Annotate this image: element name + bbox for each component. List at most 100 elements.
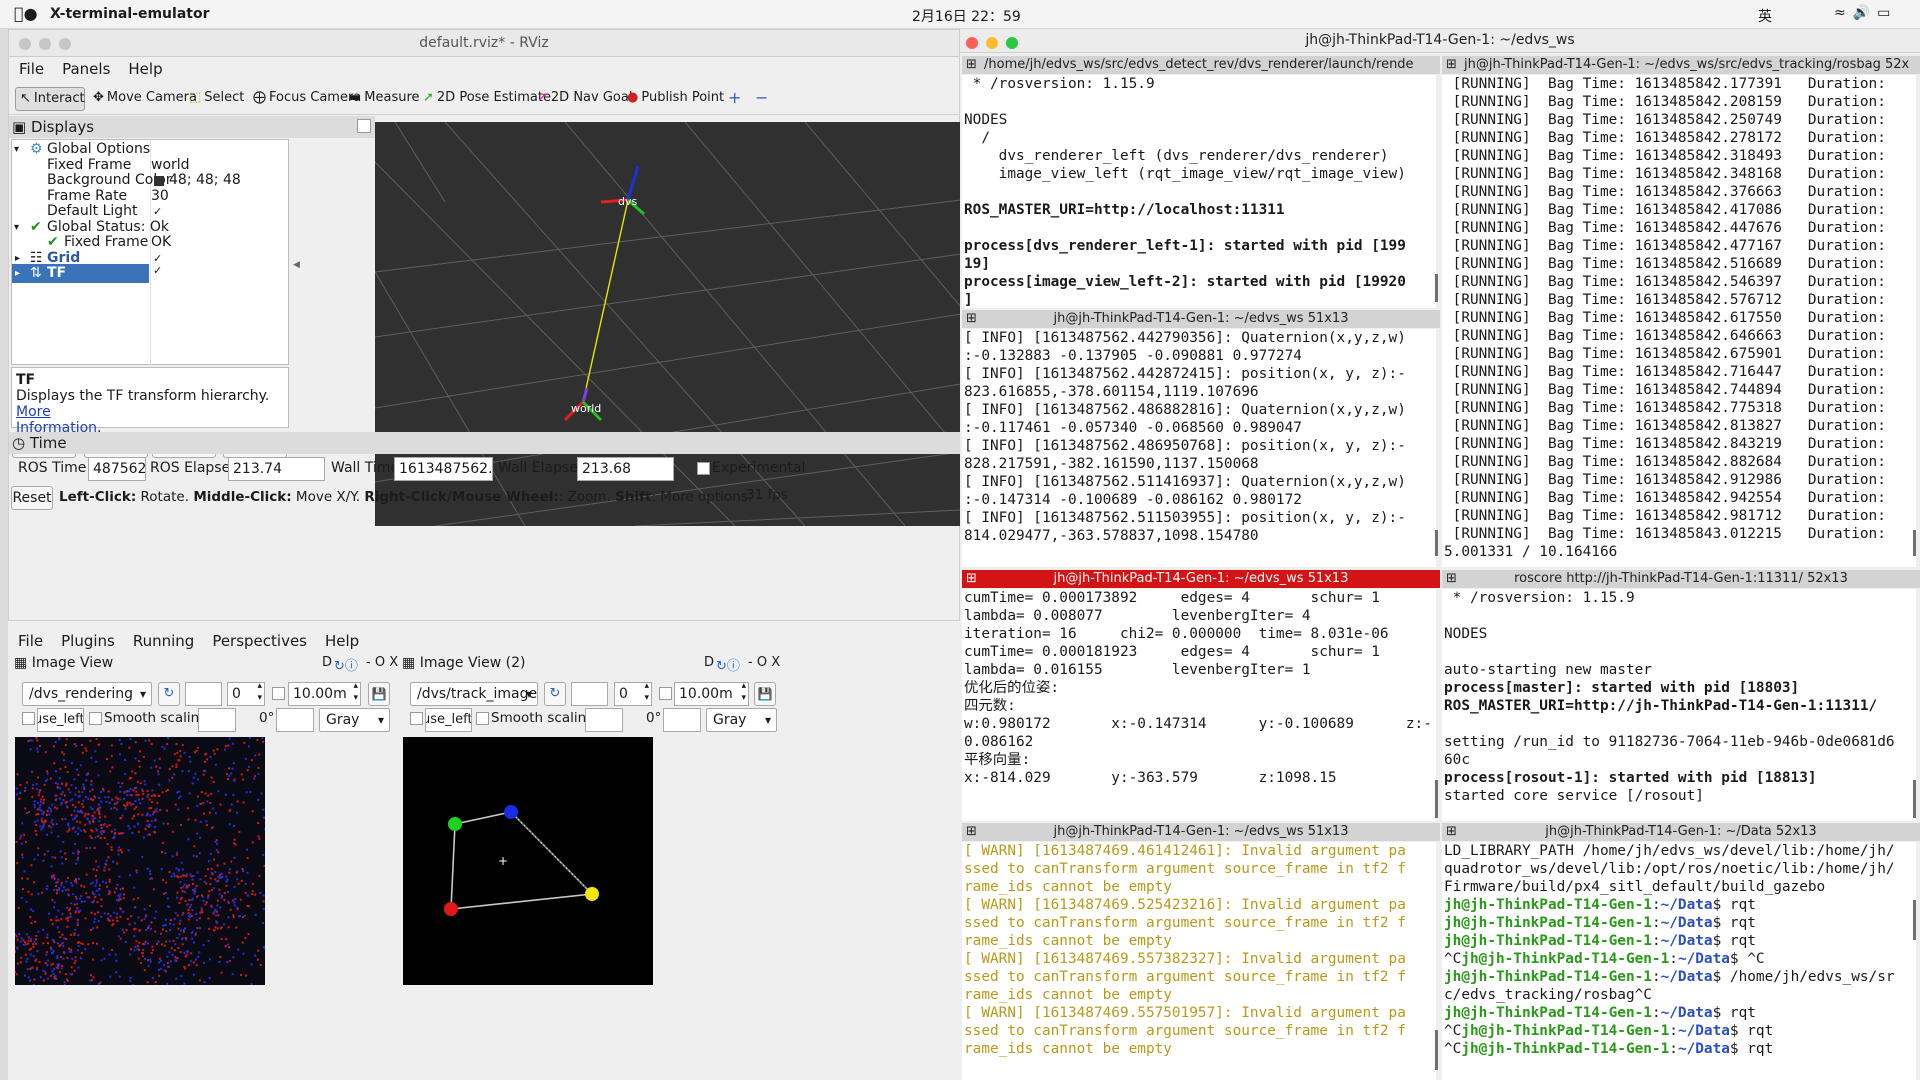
image-view-2-options[interactable]: D — [704, 655, 714, 670]
use-left-field-1[interactable]: use_left — [37, 708, 84, 732]
menu-help[interactable]: Help — [128, 60, 162, 78]
rqt-menu-file[interactable]: File — [18, 632, 43, 650]
tf-checkbox[interactable]: ✓ — [153, 264, 162, 277]
image-view-2-window-controls[interactable]: - O X — [748, 655, 780, 670]
terminal-titlebar[interactable]: jh@jh-ThinkPad-T14-Gen-1: ~/edvs_ws — [960, 29, 1920, 53]
minimize-window-button[interactable] — [986, 37, 998, 49]
pane-warnings[interactable]: [ WARN] [1613487469.461412461]: Invalid … — [962, 842, 1436, 1080]
image-view-1-options[interactable]: D — [322, 655, 332, 670]
rqt-menu-plugins[interactable]: Plugins — [61, 632, 115, 650]
battery-icon[interactable]: ▭ — [1877, 5, 1897, 21]
pane-header-pose-info[interactable]: ⊞ jh@jh-ThinkPad-T14-Gen-1: ~/edvs_ws 51x… — [962, 310, 1440, 328]
rqt-menu-help[interactable]: Help — [325, 632, 359, 650]
pane-roscore-scrollbar[interactable] — [1913, 780, 1916, 818]
num-spin-2[interactable]: 0 — [614, 680, 652, 706]
tool-interact[interactable]: ↖ Interact — [15, 87, 85, 111]
minimize-window-button[interactable] — [39, 38, 51, 50]
blank-field-1[interactable] — [185, 682, 222, 706]
pane-pose-info[interactable]: [ INFO] [1613487562.442790356]: Quaterni… — [962, 329, 1436, 567]
pane-header-data[interactable]: ⊞ jh@jh-ThinkPad-T14-Gen-1: ~/Data 52x13 — [1442, 823, 1920, 841]
close-window-button[interactable] — [966, 37, 978, 49]
tool-select[interactable]: ⬚ Select — [185, 87, 248, 111]
blank-field-1b[interactable] — [198, 708, 236, 732]
wall-time-field[interactable]: 1613487562.75 — [394, 457, 493, 481]
pane-header-warnings[interactable]: ⊞ jh@jh-ThinkPad-T14-Gen-1: ~/edvs_ws 51x… — [962, 823, 1440, 841]
use-left-checkbox-1[interactable] — [22, 712, 35, 725]
tool-measure[interactable]: ▬ Measure — [345, 87, 424, 111]
ros-time-field[interactable]: 487562.72 — [88, 457, 146, 481]
maximize-window-button[interactable] — [1006, 37, 1018, 49]
pane-data-scrollbar[interactable] — [1913, 900, 1916, 940]
color-swatch[interactable] — [154, 176, 164, 186]
refresh-topics-icon[interactable]: ↻ — [544, 682, 566, 706]
chevron-right-icon[interactable]: ▸ — [15, 264, 20, 283]
undock-panel-button[interactable] — [357, 119, 371, 133]
refresh-topics-icon[interactable]: ↻ — [158, 682, 180, 706]
refresh-icon[interactable]: ↻ⓘ — [334, 655, 358, 674]
clock[interactable]: 2月16日 22：59 — [912, 6, 1021, 26]
remove-tool-icon[interactable]: − — [751, 87, 772, 111]
tree-row-tf[interactable]: ▸ ⇅ TF — [12, 264, 149, 283]
pane-optimizer-scrollbar[interactable] — [1435, 780, 1438, 818]
volume-icon[interactable]: 🔊 — [1853, 5, 1877, 21]
pane-roscore[interactable]: * /rosversion: 1.15.9 NODES auto-starting … — [1442, 589, 1916, 821]
collapse-panel-icon[interactable]: ◀ — [293, 260, 300, 270]
save-image-icon[interactable]: 💾 — [368, 682, 390, 706]
pane-launch-scrollbar[interactable] — [1435, 274, 1438, 302]
event-pixel — [39, 789, 42, 791]
add-tool-icon[interactable]: + — [724, 87, 745, 111]
input-method-indicator[interactable]: 英 — [1758, 6, 1772, 26]
pane-rosbag-scrollbar[interactable] — [1913, 530, 1916, 556]
rviz-titlebar[interactable]: default.rviz* - RViz — [9, 30, 959, 57]
use-left-field-2[interactable]: use_left — [425, 708, 472, 732]
tool-publish-point[interactable]: ● Publish Point — [623, 87, 728, 111]
pane-header-rosbag[interactable]: ⊞ jh@jh-ThinkPad-T14-Gen-1: ~/edvs_ws/src… — [1442, 56, 1920, 74]
save-image-icon[interactable]: 💾 — [754, 682, 776, 706]
blank-field-2c[interactable] — [663, 708, 701, 732]
close-window-button[interactable] — [19, 38, 31, 50]
pane-header-optimizer[interactable]: ⊞ jh@jh-ThinkPad-T14-Gen-1: ~/edvs_ws 51x… — [962, 570, 1440, 588]
image-view-1-window-controls[interactable]: - O X — [366, 655, 398, 670]
menu-file[interactable]: File — [19, 60, 44, 78]
pane-rosbag[interactable]: [RUNNING] Bag Time: 1613485842.177391 Du… — [1442, 75, 1916, 567]
reset-button[interactable]: Reset — [11, 486, 53, 510]
pane-pose-info-scrollbar[interactable] — [1435, 530, 1438, 556]
ros-elapsed-field[interactable]: 213.74 — [228, 457, 325, 481]
maximize-window-button[interactable] — [59, 38, 71, 50]
tool-2d-nav-goal[interactable]: ➚ 2D Nav Goal — [533, 87, 636, 111]
wifi-icon[interactable]: ≈ — [1834, 5, 1853, 21]
zoom-checkbox-2[interactable] — [659, 687, 672, 700]
event-pixel — [180, 886, 183, 889]
num-spin-1[interactable]: 0 — [227, 680, 265, 706]
system-tray[interactable]: ≈🔊▭ — [1834, 5, 1897, 21]
experimental-checkbox[interactable] — [697, 462, 710, 475]
pane-header-roscore[interactable]: ⊞ roscore http://jh-ThinkPad-T14-Gen-1:11… — [1442, 570, 1920, 588]
pane-header-launch[interactable]: ⊞/home/jh/edvs_ws/src/edvs_detect_rev/dv… — [962, 56, 1440, 74]
topic-select-2[interactable]: /dvs/track_image — [410, 682, 538, 706]
smooth-scaling-checkbox-2[interactable] — [476, 712, 489, 725]
pane-warnings-scrollbar[interactable] — [1435, 1030, 1438, 1070]
zoom-checkbox-1[interactable] — [272, 687, 285, 700]
use-left-checkbox-2[interactable] — [410, 712, 423, 725]
event-pixel — [166, 822, 169, 825]
topic-select-1[interactable]: /dvs_rendering — [22, 682, 152, 706]
blank-field-2[interactable] — [571, 682, 608, 706]
apple-icon[interactable]: ● — [14, 4, 38, 23]
rqt-menu-running[interactable]: Running — [133, 632, 194, 650]
pane-launch[interactable]: * /rosversion: 1.15.9 NODES / dvs_rendere… — [962, 75, 1436, 308]
zoom-spin-2[interactable]: 10.00m — [674, 680, 749, 706]
more-link[interactable]: More — [16, 404, 51, 420]
rqt-menu-perspectives[interactable]: Perspectives — [212, 632, 307, 650]
menu-panels[interactable]: Panels — [62, 60, 110, 78]
wall-elapsed-field[interactable]: 213.68 — [577, 457, 674, 481]
color-select-1[interactable]: Gray — [319, 708, 390, 732]
pane-optimizer[interactable]: cumTime= 0.000173892 edges= 4 schur= 1 la… — [962, 589, 1436, 821]
active-app-name[interactable]: X-terminal-emulator — [50, 6, 209, 22]
smooth-scaling-checkbox-1[interactable] — [89, 712, 102, 725]
color-select-2[interactable]: Gray — [706, 708, 777, 732]
zoom-spin-1[interactable]: 10.00m — [288, 680, 361, 706]
refresh-icon[interactable]: ↻ⓘ — [716, 655, 740, 674]
blank-field-1c[interactable] — [276, 708, 314, 732]
blank-field-2b[interactable] — [585, 708, 623, 732]
pane-data[interactable]: LD_LIBRARY_PATH /home/jh/edvs_ws/devel/l… — [1442, 842, 1916, 1080]
